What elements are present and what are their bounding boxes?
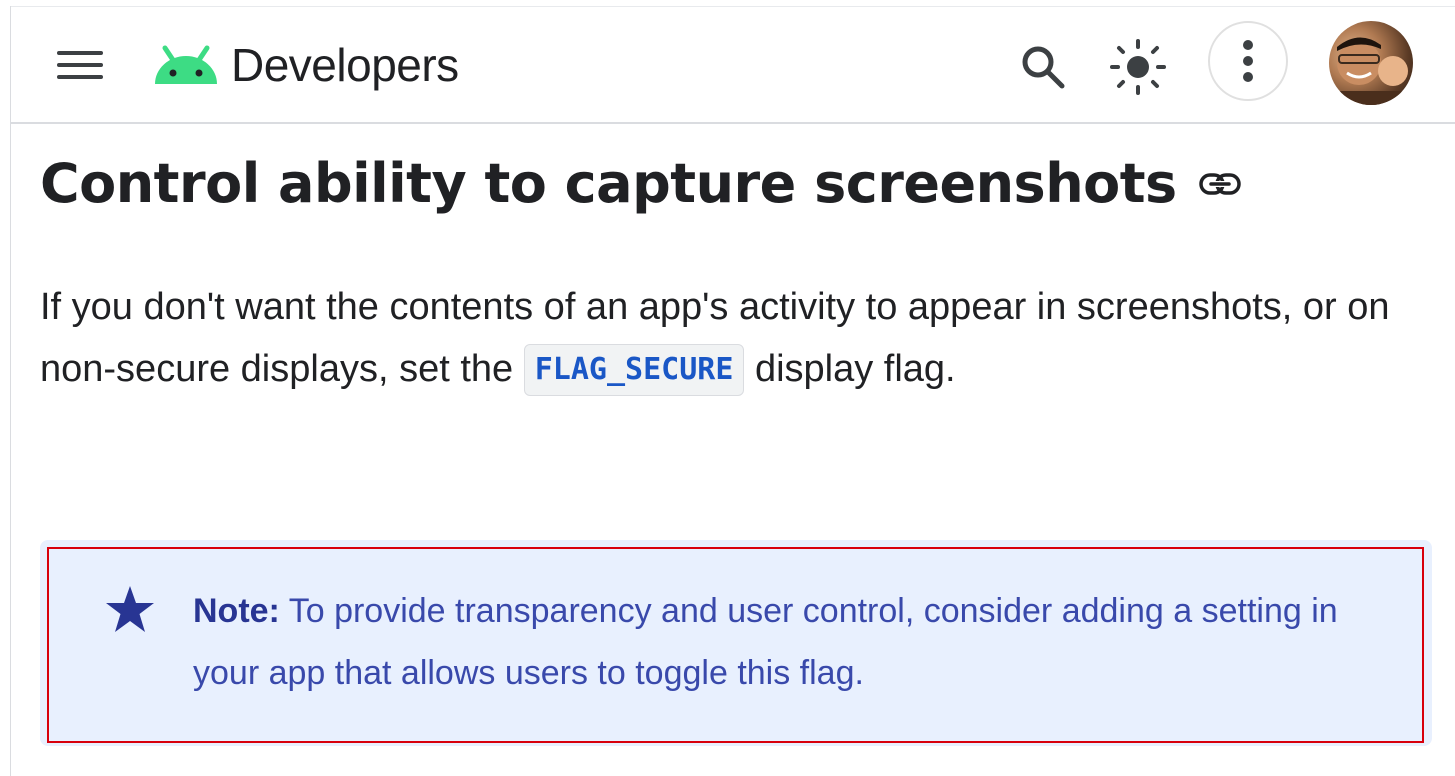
description-paragraph: If you don't want the contents of an app… bbox=[40, 276, 1420, 400]
flag-secure-code: FLAG_SECURE bbox=[523, 344, 745, 396]
title-row: Control ability to capture screenshots bbox=[40, 152, 1241, 215]
menu-icon-bar bbox=[57, 63, 103, 67]
paragraph-text-after: display flag. bbox=[744, 348, 956, 390]
note-label: Note: bbox=[193, 592, 280, 630]
menu-icon-bar bbox=[57, 51, 103, 55]
user-avatar[interactable] bbox=[1329, 21, 1413, 105]
note-text: Note: To provide transparency and user c… bbox=[193, 580, 1373, 704]
brand-name: Developers bbox=[231, 39, 459, 91]
anchor-link[interactable] bbox=[1198, 172, 1241, 195]
site-header: Developers bbox=[11, 7, 1455, 124]
note-star bbox=[104, 584, 156, 639]
more-vert-icon bbox=[1243, 40, 1253, 82]
brightness-icon bbox=[1110, 39, 1166, 95]
search-icon bbox=[1022, 46, 1065, 89]
menu-button[interactable] bbox=[55, 43, 105, 87]
page-title: Control ability to capture screenshots bbox=[40, 152, 1177, 215]
more-options-button[interactable] bbox=[1208, 21, 1288, 101]
menu-icon-bar bbox=[57, 75, 103, 79]
link-icon bbox=[1198, 172, 1241, 195]
star-icon bbox=[106, 586, 154, 632]
developers-logo[interactable]: Developers bbox=[151, 37, 459, 93]
android-logo-icon bbox=[155, 45, 217, 84]
note-body: To provide transparency and user control… bbox=[193, 592, 1338, 692]
avatar-photo bbox=[1329, 37, 1413, 105]
search-button[interactable] bbox=[1011, 35, 1075, 99]
theme-toggle-button[interactable] bbox=[1106, 35, 1170, 99]
page: Developers Control ability to capture sc… bbox=[0, 0, 1455, 776]
